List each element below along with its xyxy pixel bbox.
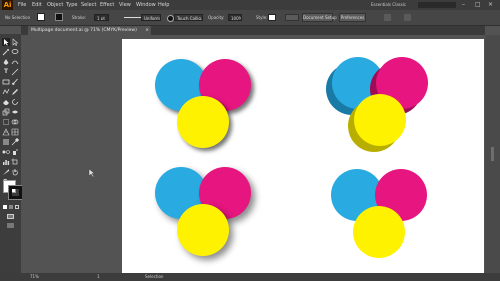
draw-mode-icon[interactable] <box>7 214 14 219</box>
current-tool-status[interactable]: Selection <box>145 273 163 281</box>
menu-edit[interactable]: Edit <box>32 0 42 10</box>
close-window-icon[interactable]: × <box>488 0 493 10</box>
opacity-field[interactable]: 100% <box>228 14 242 21</box>
menu-effect[interactable]: Effect <box>100 0 114 10</box>
document-tab-bar: Multipage document.ai @ 71% (CMYK/Previe… <box>21 26 485 35</box>
rectangle-tool-icon[interactable] <box>2 78 10 86</box>
graphic-style-swatch[interactable] <box>268 14 276 21</box>
yellow-circle[interactable] <box>353 206 405 258</box>
maximize-icon[interactable]: □ <box>475 0 481 10</box>
stroke-profile-preview <box>124 17 142 18</box>
perspective-grid-tool-icon[interactable] <box>2 128 10 136</box>
gradient-tool-icon[interactable] <box>2 138 10 146</box>
magic-wand-tool-icon[interactable] <box>2 48 10 56</box>
none-mode-icon[interactable] <box>15 205 19 209</box>
document-tab[interactable]: Multipage document.ai @ 71% (CMYK/Previe… <box>28 26 151 35</box>
blend-tool-icon[interactable] <box>2 148 10 156</box>
artboard-left[interactable] <box>122 39 308 273</box>
menu-bar: Ai File Edit Object Type Select Effect V… <box>0 0 500 10</box>
document-setup-button[interactable]: Document Setup <box>302 13 337 22</box>
yellow-circle[interactable] <box>354 94 406 146</box>
symbol-sprayer-tool-icon[interactable] <box>11 148 19 156</box>
control-bar: No Selection Stroke: 1 pt Uniform Touch … <box>0 10 500 26</box>
artboard-right[interactable] <box>298 39 484 273</box>
eraser-tool-icon[interactable] <box>2 98 10 106</box>
app-logo: Ai <box>2 0 13 10</box>
yellow-circle[interactable] <box>177 204 229 256</box>
rotate-tool-icon[interactable] <box>11 98 19 106</box>
canvas-area[interactable] <box>22 35 485 273</box>
gradient-mode-icon[interactable] <box>9 205 13 209</box>
status-bar: 71% 1 Selection <box>0 273 500 281</box>
mesh-tool-icon[interactable] <box>11 128 19 136</box>
fill-swatch[interactable] <box>37 13 45 21</box>
stroke-label: Stroke: <box>72 15 87 20</box>
zoom-level[interactable]: 71% <box>30 273 39 281</box>
preferences-button[interactable]: Preferences <box>339 13 366 22</box>
menu-type[interactable]: Type <box>66 0 77 10</box>
scroll-thumb[interactable] <box>491 147 494 161</box>
menu-window[interactable]: Window <box>136 0 156 10</box>
scale-tool-icon[interactable] <box>2 108 10 116</box>
brush-icon <box>167 15 174 22</box>
style-label: Style: <box>256 15 268 20</box>
panel-menu-icon[interactable] <box>404 14 411 21</box>
vertical-scrollbar[interactable] <box>485 35 500 273</box>
menu-object[interactable]: Object <box>47 0 63 10</box>
menu-select[interactable]: Select <box>81 0 96 10</box>
menu-view[interactable]: View <box>119 0 131 10</box>
menu-help[interactable]: Help <box>158 0 169 10</box>
arrange-icon[interactable] <box>384 14 391 21</box>
eyedropper-tool-icon[interactable] <box>11 137 20 146</box>
type-tool-icon[interactable]: T <box>2 68 10 76</box>
workspace-switcher[interactable]: Essentials Classic <box>371 2 416 8</box>
shape-builder-tool-icon[interactable] <box>11 118 19 126</box>
direct-selection-tool-icon[interactable] <box>11 38 19 46</box>
close-tab-icon[interactable]: × <box>145 26 149 35</box>
curvature-tool-icon[interactable] <box>11 58 19 66</box>
selection-tool-icon[interactable] <box>2 38 10 46</box>
stroke-color-swatch[interactable] <box>8 185 23 200</box>
variable-width-profile[interactable]: Uniform <box>141 14 161 21</box>
paintbrush-tool-icon[interactable] <box>11 78 19 86</box>
document-tab-title: Multipage document.ai @ 71% (CMYK/Previe… <box>31 28 137 33</box>
tools-panel: T <box>0 34 23 281</box>
pen-tool-icon[interactable] <box>2 58 10 66</box>
yellow-circle[interactable] <box>177 96 229 148</box>
screen-mode-icon[interactable] <box>7 223 14 228</box>
slice-tool-icon[interactable] <box>2 168 10 176</box>
free-transform-tool-icon[interactable] <box>2 118 10 126</box>
artboard-tool-icon[interactable] <box>11 158 19 166</box>
align-button[interactable] <box>285 14 299 21</box>
lasso-tool-icon[interactable] <box>11 48 19 56</box>
menu-file[interactable]: File <box>18 0 26 10</box>
selection-status: No Selection <box>5 15 31 20</box>
color-mode-icon[interactable] <box>3 205 7 209</box>
stroke-weight-field[interactable]: 1 pt <box>94 14 109 21</box>
column-graph-tool-icon[interactable] <box>2 158 10 166</box>
minimize-icon[interactable]: – <box>462 0 465 10</box>
line-segment-tool-icon[interactable] <box>11 68 19 76</box>
artboard-number[interactable]: 1 <box>97 273 100 281</box>
search-field[interactable] <box>418 2 456 8</box>
brush-definition[interactable]: Touch Callig... <box>174 14 203 21</box>
pencil-tool-icon[interactable] <box>11 88 19 96</box>
opacity-label: Opacity: <box>208 15 225 20</box>
hand-tool-icon[interactable] <box>11 168 19 176</box>
shaper-tool-icon[interactable] <box>2 88 10 96</box>
mouse-cursor-icon <box>88 163 96 178</box>
width-tool-icon[interactable] <box>11 108 19 116</box>
stroke-swatch[interactable] <box>55 13 63 21</box>
